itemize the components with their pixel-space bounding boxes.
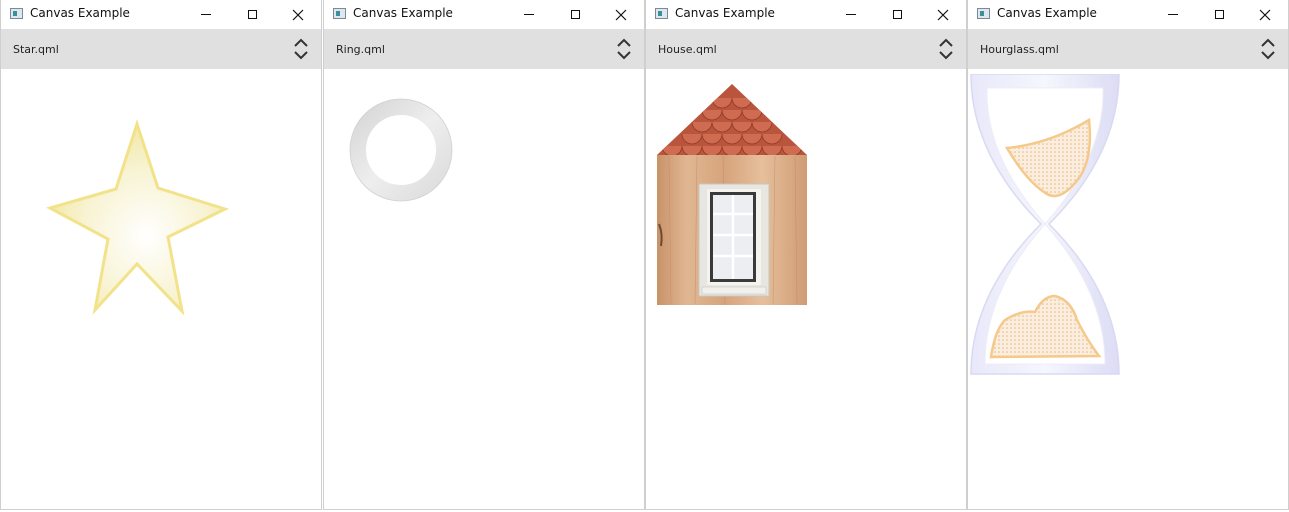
selected-example: House.qml (658, 43, 717, 56)
canvas[interactable] (1, 69, 321, 509)
maximize-icon (1214, 10, 1224, 19)
ring-shape (349, 98, 453, 202)
example-selector-combobox[interactable]: Ring.qml (324, 29, 644, 69)
minimize-button[interactable] (828, 0, 874, 29)
window-title: Canvas Example (353, 6, 453, 20)
app-icon (655, 8, 668, 19)
canvas-example-window-hourglass: Canvas Example Hourglass.qml (967, 0, 1289, 510)
close-button[interactable] (598, 0, 644, 29)
maximize-button[interactable] (552, 0, 598, 29)
chevron-up-down-icon (294, 38, 308, 60)
house-shape (657, 84, 807, 305)
minimize-button[interactable] (506, 0, 552, 29)
window-title: Canvas Example (675, 6, 775, 20)
title-bar[interactable]: Canvas Example (1, 0, 321, 29)
close-icon (937, 9, 949, 20)
minimize-icon (524, 14, 534, 15)
minimize-icon (1168, 14, 1178, 15)
title-bar[interactable]: Canvas Example (324, 0, 644, 29)
example-selector-combobox[interactable]: House.qml (646, 29, 966, 69)
canvas[interactable] (968, 69, 1288, 509)
maximize-icon (892, 10, 902, 19)
example-selector-combobox[interactable]: Star.qml (1, 29, 321, 69)
window-title: Canvas Example (30, 6, 130, 20)
hourglass-shape (970, 74, 1120, 375)
canvas-example-window-star: Canvas Example Star.qml (0, 0, 322, 510)
canvas-example-window-ring: Canvas Example Ring.qml (323, 0, 645, 510)
close-button[interactable] (920, 0, 966, 29)
minimize-button[interactable] (183, 0, 229, 29)
chevron-up-down-icon (1261, 38, 1275, 60)
maximize-button[interactable] (229, 0, 275, 29)
close-icon (292, 9, 304, 20)
star-shape (46, 119, 230, 316)
window-title: Canvas Example (997, 6, 1097, 20)
example-selector-combobox[interactable]: Hourglass.qml (968, 29, 1288, 69)
maximize-button[interactable] (1196, 0, 1242, 29)
selected-example: Hourglass.qml (980, 43, 1059, 56)
app-icon (977, 8, 990, 19)
close-icon (1259, 9, 1271, 20)
canvas-example-window-house: Canvas Example House.qml (645, 0, 967, 510)
minimize-button[interactable] (1150, 0, 1196, 29)
chevron-up-down-icon (617, 38, 631, 60)
app-icon (10, 8, 23, 19)
close-button[interactable] (1242, 0, 1288, 29)
maximize-button[interactable] (874, 0, 920, 29)
maximize-icon (570, 10, 580, 19)
minimize-icon (201, 14, 211, 15)
canvas[interactable] (324, 69, 644, 509)
selected-example: Ring.qml (336, 43, 385, 56)
title-bar[interactable]: Canvas Example (968, 0, 1288, 29)
canvas[interactable] (646, 69, 966, 509)
close-button[interactable] (275, 0, 321, 29)
title-bar[interactable]: Canvas Example (646, 0, 966, 29)
app-icon (333, 8, 346, 19)
close-icon (615, 9, 627, 20)
selected-example: Star.qml (13, 43, 59, 56)
chevron-up-down-icon (939, 38, 953, 60)
minimize-icon (846, 14, 856, 15)
maximize-icon (247, 10, 257, 19)
